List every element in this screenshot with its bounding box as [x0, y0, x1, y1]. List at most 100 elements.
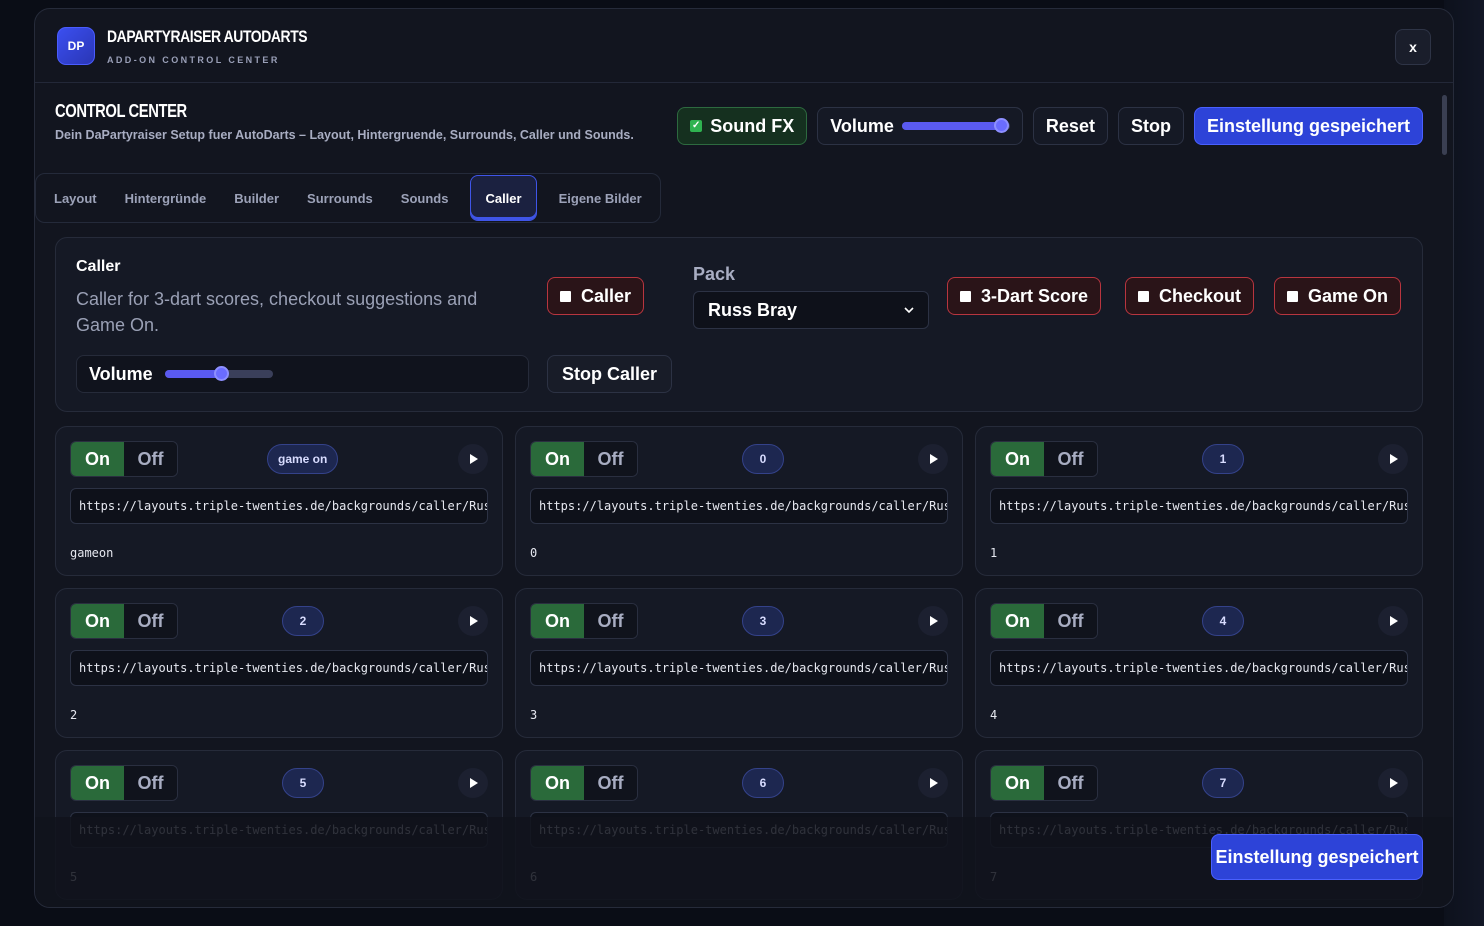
on-off-switch: On Off	[990, 441, 1098, 477]
stop-button[interactable]: Stop	[1117, 107, 1184, 145]
sound-key-badge: 6	[742, 768, 784, 798]
sound-fx-toggle[interactable]: ✓ Sound FX	[677, 107, 808, 145]
caller-panel-description: Caller for 3-dart scores, checkout sugge…	[76, 289, 478, 335]
on-button[interactable]: On	[531, 442, 584, 476]
close-button[interactable]: x	[1395, 29, 1431, 65]
play-icon	[470, 454, 478, 464]
sound-key-badge: 4	[1202, 606, 1244, 636]
sound-key-badge: 2	[282, 606, 324, 636]
sound-key-badge: game on	[267, 444, 339, 474]
tab-caller[interactable]: Caller	[470, 175, 537, 221]
on-button[interactable]: On	[991, 766, 1044, 800]
off-button[interactable]: Off	[584, 766, 637, 800]
sound-file-name: 3	[530, 708, 538, 722]
floating-save-button[interactable]: Einstellung gespeichert	[1211, 834, 1423, 880]
caller-toggle[interactable]: Caller	[547, 277, 645, 315]
checkout-toggle[interactable]: Checkout	[1125, 277, 1255, 315]
three-dart-score-label: 3-Dart Score	[981, 285, 1089, 306]
caller-sound-card: On Off 3 https://layouts.triple-twenties.de…	[515, 588, 963, 738]
chevron-down-icon	[904, 306, 914, 313]
on-button[interactable]: On	[991, 604, 1044, 638]
caller-sound-card: On Off 0 https://layouts.triple-twenties.de…	[515, 426, 963, 576]
save-button[interactable]: Einstellung gespeichert	[1193, 107, 1423, 145]
on-button[interactable]: On	[531, 604, 584, 638]
control-center-heading: CONTROL CENTER Dein DaPartyraiser Setup …	[55, 91, 634, 142]
tab-sounds[interactable]: Sounds	[387, 174, 463, 222]
off-button[interactable]: Off	[1044, 442, 1097, 476]
play-button[interactable]	[918, 768, 948, 798]
tab-eigene-bilder[interactable]: Eigene Bilder	[545, 174, 656, 222]
on-off-switch: On Off	[990, 603, 1098, 639]
scrollbar-thumb[interactable]	[1442, 95, 1447, 155]
off-button[interactable]: Off	[584, 442, 637, 476]
on-off-switch: On Off	[530, 765, 638, 801]
caller-sound-card: On Off 2 https://layouts.triple-twenties.de…	[55, 588, 503, 738]
global-volume-slider[interactable]	[901, 118, 1010, 133]
sound-key-badge: 7	[1202, 768, 1244, 798]
app-title: DAPARTYRAISER AUTODARTS	[107, 26, 308, 46]
app-subtitle: ADD-ON CONTROL CENTER	[107, 54, 280, 65]
app-logo: DP	[57, 26, 95, 65]
off-button[interactable]: Off	[584, 604, 637, 638]
on-off-switch: On Off	[70, 765, 178, 801]
tab-builder[interactable]: Builder	[220, 174, 293, 222]
slider-fill	[901, 122, 1002, 130]
checkbox-unchecked-icon	[960, 290, 971, 302]
main-content: CONTROL CENTER Dein DaPartyraiser Setup …	[35, 91, 1423, 900]
off-button[interactable]: Off	[1044, 766, 1097, 800]
modal-header: DP DAPARTYRAISER AUTODARTS ADD-ON CONTRO…	[35, 9, 1453, 83]
play-button[interactable]	[1378, 444, 1408, 474]
sound-key-badge: 1	[1202, 444, 1244, 474]
slider-knob[interactable]	[213, 366, 229, 381]
play-button[interactable]	[1378, 606, 1408, 636]
on-off-switch: On Off	[530, 603, 638, 639]
on-button[interactable]: On	[71, 604, 124, 638]
on-button[interactable]: On	[71, 766, 124, 800]
on-button[interactable]: On	[71, 442, 124, 476]
checkout-label: Checkout	[1159, 285, 1242, 306]
sound-url-input[interactable]: https://layouts.triple-twenties.de/backg…	[530, 650, 948, 686]
reset-button[interactable]: Reset	[1032, 107, 1108, 145]
caller-volume-slider[interactable]	[164, 366, 273, 381]
sound-file-name: 0	[530, 546, 538, 560]
three-dart-score-toggle[interactable]: 3-Dart Score	[947, 277, 1102, 315]
sound-url-input[interactable]: https://layouts.triple-twenties.de/backg…	[990, 650, 1408, 686]
play-button[interactable]	[458, 606, 488, 636]
play-icon	[930, 778, 938, 788]
play-icon	[470, 616, 478, 626]
tab-layout[interactable]: Layout	[40, 174, 111, 222]
sound-key-badge: 0	[742, 444, 784, 474]
play-button[interactable]	[918, 606, 948, 636]
tab-surrounds[interactable]: Surrounds	[293, 174, 387, 222]
caller-panel-title: Caller	[76, 258, 121, 275]
slider-knob[interactable]	[994, 118, 1010, 133]
play-button[interactable]	[918, 444, 948, 474]
sound-file-name: 1	[990, 546, 998, 560]
pack-select[interactable]: Russ Bray	[693, 291, 929, 329]
caller-sound-card: On Off game on https://layouts.triple-twent…	[55, 426, 503, 576]
checkbox-unchecked-icon	[1138, 290, 1149, 302]
caller-volume-control: Volume	[76, 355, 529, 393]
sound-url-input[interactable]: https://layouts.triple-twenties.de/backg…	[70, 488, 488, 524]
on-button[interactable]: On	[531, 766, 584, 800]
play-button[interactable]	[458, 768, 488, 798]
on-button[interactable]: On	[991, 442, 1044, 476]
brand: DAPARTYRAISER AUTODARTS ADD-ON CONTROL C…	[107, 27, 351, 65]
off-button[interactable]: Off	[124, 604, 177, 638]
sound-url-input[interactable]: https://layouts.triple-twenties.de/backg…	[70, 650, 488, 686]
on-off-switch: On Off	[990, 765, 1098, 801]
tab-hintergr-nde[interactable]: Hintergründe	[111, 174, 221, 222]
play-button[interactable]	[1378, 768, 1408, 798]
control-center-row: CONTROL CENTER Dein DaPartyraiser Setup …	[55, 91, 1423, 171]
off-button[interactable]: Off	[1044, 604, 1097, 638]
on-off-switch: On Off	[530, 441, 638, 477]
play-button[interactable]	[458, 444, 488, 474]
pack-label: Pack	[693, 264, 736, 284]
sound-url-input[interactable]: https://layouts.triple-twenties.de/backg…	[530, 488, 948, 524]
sound-url-input[interactable]: https://layouts.triple-twenties.de/backg…	[990, 488, 1408, 524]
game-on-toggle[interactable]: Game On	[1274, 277, 1402, 315]
off-button[interactable]: Off	[124, 442, 177, 476]
off-button[interactable]: Off	[124, 766, 177, 800]
sound-key-badge: 3	[742, 606, 784, 636]
stop-caller-button[interactable]: Stop Caller	[547, 355, 673, 393]
